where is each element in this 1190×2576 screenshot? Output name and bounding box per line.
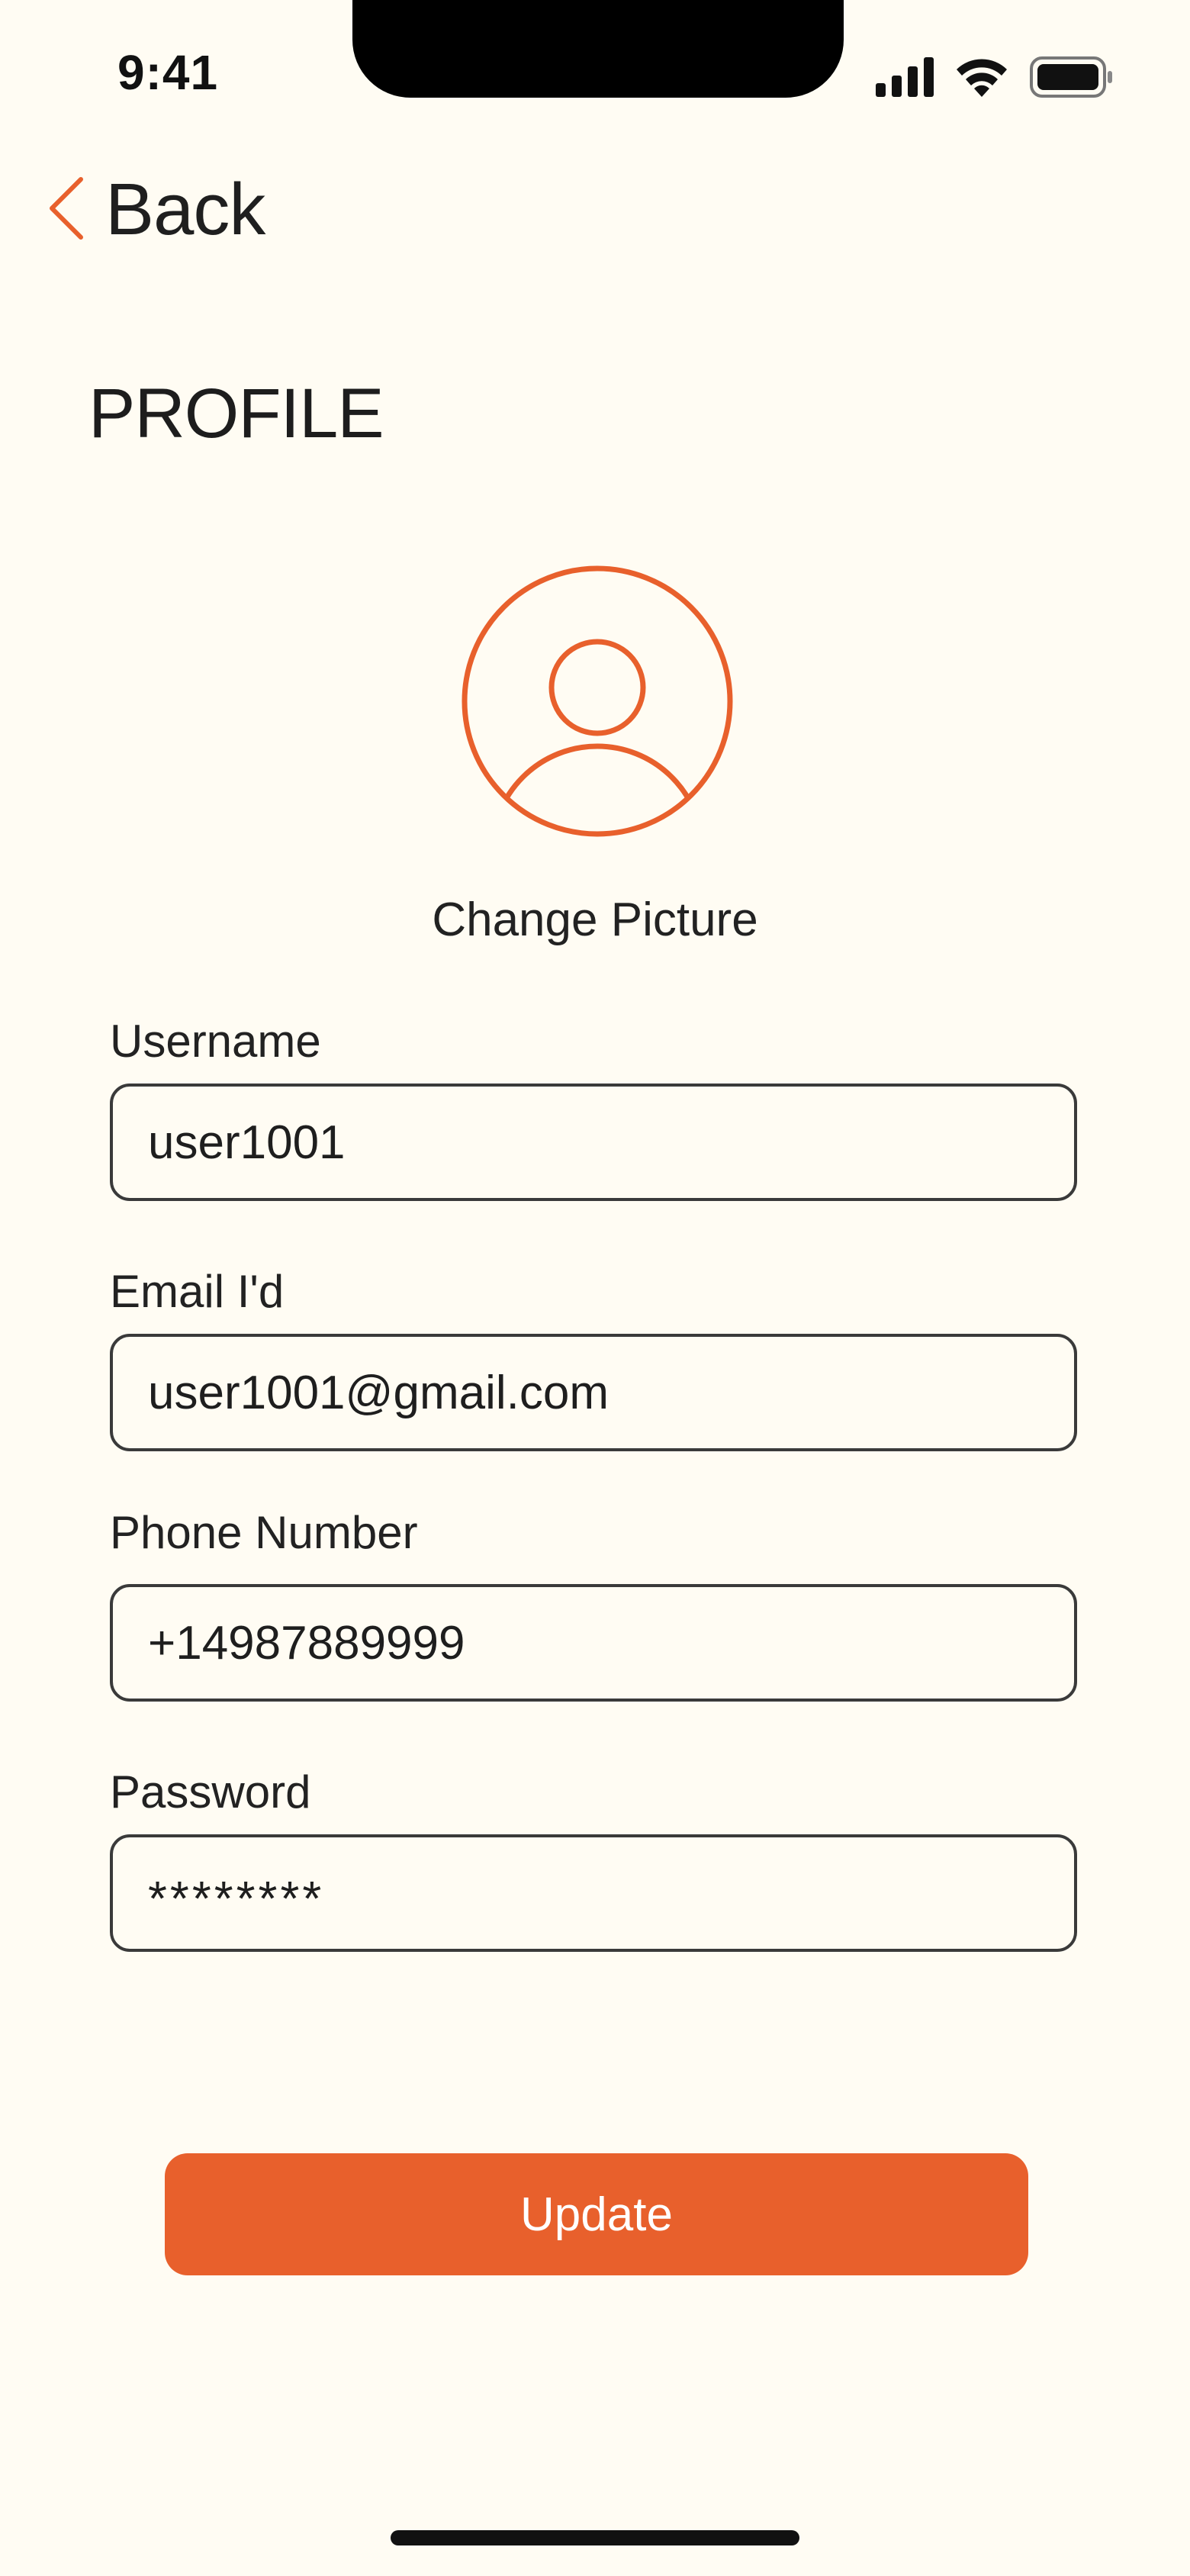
phone-value: +14987889999 [148, 1616, 465, 1670]
device-notch [352, 0, 844, 98]
home-indicator [391, 2530, 799, 2545]
profile-screen: 9:41 Back PROFILE Change Picture Usernam… [0, 0, 1190, 2576]
signal-icon [876, 57, 934, 97]
phone-label: Phone Number [110, 1507, 418, 1558]
back-button[interactable]: Back [46, 168, 265, 252]
phone-field[interactable]: +14987889999 [110, 1584, 1077, 1702]
password-label: Password [110, 1766, 311, 1818]
chevron-left-icon [46, 176, 85, 244]
user-avatar-icon[interactable] [459, 563, 735, 839]
page-title: PROFILE [88, 375, 384, 452]
status-icons [876, 56, 1114, 98]
username-value: user1001 [148, 1116, 346, 1169]
battery-icon [1030, 56, 1114, 98]
username-field[interactable]: user1001 [110, 1084, 1077, 1201]
email-label: Email I'd [110, 1266, 285, 1317]
username-label: Username [110, 1016, 321, 1067]
password-value: ******** [148, 1871, 325, 1926]
change-picture-link[interactable]: Change Picture [0, 893, 1190, 947]
update-button[interactable]: Update [165, 2153, 1028, 2275]
wifi-icon [955, 57, 1008, 97]
email-field[interactable]: user1001@gmail.com [110, 1334, 1077, 1451]
back-label: Back [105, 169, 265, 250]
email-value: user1001@gmail.com [148, 1366, 609, 1419]
status-time: 9:41 [117, 45, 219, 100]
password-field[interactable]: ******** [110, 1834, 1077, 1952]
